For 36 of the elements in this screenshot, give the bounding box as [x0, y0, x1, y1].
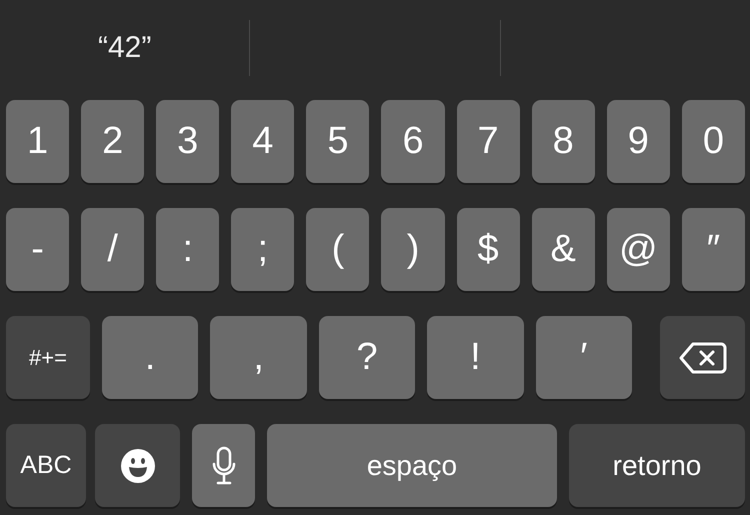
key[interactable]: : [156, 208, 220, 291]
dictation-key[interactable] [192, 424, 255, 507]
key[interactable]: ″ [682, 208, 745, 291]
key[interactable]: / [81, 208, 144, 291]
key[interactable]: 2 [81, 100, 144, 183]
return-key[interactable]: retorno [569, 424, 745, 507]
key[interactable]: ) [381, 208, 445, 291]
key[interactable]: 9 [606, 100, 670, 183]
key[interactable]: & [532, 208, 595, 291]
key[interactable]: 5 [306, 100, 370, 183]
key[interactable]: $ [456, 208, 520, 291]
smiley-icon [120, 448, 154, 482]
key[interactable]: 8 [532, 100, 595, 183]
key[interactable]: ! [427, 316, 524, 399]
key[interactable]: , [210, 316, 307, 399]
key[interactable]: - [6, 208, 70, 291]
backspace-key[interactable] [660, 316, 746, 399]
key[interactable]: ? [318, 316, 416, 399]
key[interactable]: 3 [156, 100, 220, 183]
space-key[interactable]: espaço [267, 424, 557, 507]
key[interactable]: 0 [682, 100, 745, 183]
suggestion[interactable]: “42” [98, 30, 152, 64]
key[interactable]: 1 [6, 100, 70, 183]
key[interactable]: ( [306, 208, 370, 291]
key[interactable]: 6 [381, 100, 445, 183]
key[interactable]: . [102, 316, 198, 399]
microphone-icon [212, 446, 236, 486]
symbols-key[interactable]: #+= [6, 316, 90, 399]
key[interactable]: ; [231, 208, 294, 291]
key[interactable]: 4 [231, 100, 294, 183]
backspace-icon [678, 340, 727, 374]
key[interactable]: ′ [536, 316, 632, 399]
key[interactable]: 7 [456, 100, 520, 183]
abc-key[interactable]: ABC [6, 424, 86, 507]
emoji-key[interactable] [95, 424, 180, 507]
key[interactable]: @ [606, 208, 670, 291]
